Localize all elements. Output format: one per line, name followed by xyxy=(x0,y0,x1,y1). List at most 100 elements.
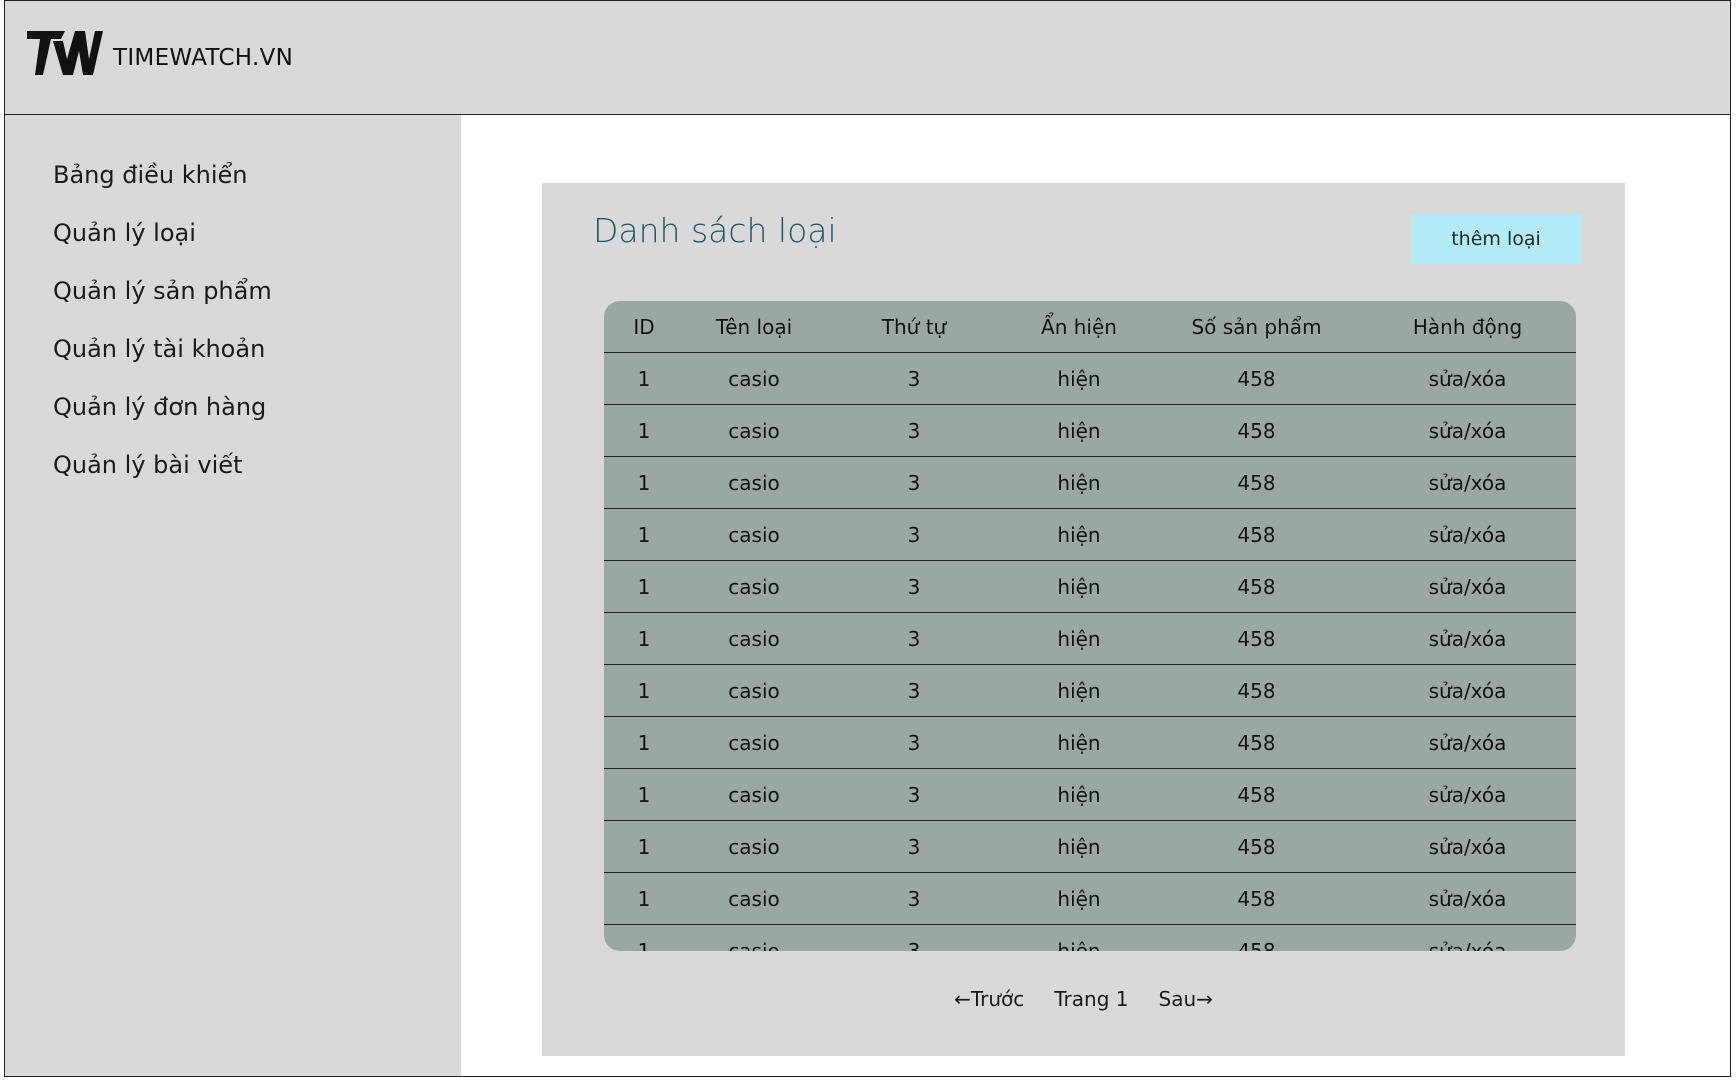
cell-order: 3 xyxy=(824,612,1004,665)
cell-name: casio xyxy=(684,716,824,769)
sidebar-item-orders[interactable]: Quản lý đơn hàng xyxy=(53,393,266,421)
cell-id: 1 xyxy=(604,456,684,509)
pagination-prev-link[interactable]: ←Trước xyxy=(954,987,1024,1011)
cell-name: casio xyxy=(684,404,824,457)
sidebar-item-posts[interactable]: Quản lý bài viết xyxy=(53,451,242,479)
cell-product-count: 458 xyxy=(1154,612,1359,665)
table-row: 1 casio 3 hiện 458 sửa/xóa xyxy=(604,768,1576,821)
cell-visibility: hiện xyxy=(1057,938,1101,952)
cell-product-count: 458 xyxy=(1154,508,1359,561)
cell-id: 1 xyxy=(604,352,684,405)
column-header-visibility: Ẩn hiện xyxy=(1004,301,1154,353)
cell-visibility: hiện xyxy=(1004,716,1154,769)
cell-name: casio xyxy=(684,612,824,665)
cell-name: casio xyxy=(684,456,824,509)
table-row: 1 casio 3 hiện 458 sửa/xóa xyxy=(604,925,1576,952)
cell-order: 3 xyxy=(824,456,1004,509)
cell-visibility: hiện xyxy=(1004,560,1154,613)
cell-order: 3 xyxy=(824,872,1004,925)
cell-actions[interactable]: sửa/xóa xyxy=(1359,925,1576,952)
cell-name: casio xyxy=(684,508,824,561)
cell-name: casio xyxy=(684,352,824,405)
cell-id: 1 xyxy=(604,612,684,665)
cell-order: 3 xyxy=(824,508,1004,561)
sidebar-item-dashboard[interactable]: Bảng điều khiển xyxy=(53,161,248,189)
cell-actions[interactable]: sửa/xóa xyxy=(1359,456,1576,509)
cell-actions[interactable]: sửa/xóa xyxy=(1359,820,1576,873)
cell-visibility: hiện xyxy=(1004,872,1154,925)
column-header-name: Tên loại xyxy=(684,301,824,353)
table-row: 1 casio 3 hiện 458 sửa/xóa xyxy=(604,612,1576,665)
cell-id: 1 xyxy=(604,820,684,873)
cell-product-count: 458 xyxy=(1154,456,1359,509)
cell-id: 1 xyxy=(604,716,684,769)
table-row: 1 casio 3 hiện 458 sửa/xóa xyxy=(604,560,1576,613)
cell-order: 3 xyxy=(824,352,1004,405)
cell-actions[interactable]: sửa/xóa xyxy=(1359,404,1576,457)
column-header-order: Thứ tự xyxy=(824,301,1004,353)
cell-visibility: hiện xyxy=(1004,456,1154,509)
sidebar: Bảng điều khiển Quản lý loại Quản lý sản… xyxy=(5,115,461,1076)
cell-name: casio xyxy=(684,820,824,873)
cell-actions[interactable]: sửa/xóa xyxy=(1359,612,1576,665)
sidebar-item-accounts[interactable]: Quản lý tài khoản xyxy=(53,335,265,363)
table-header-row: ID Tên loại Thứ tự Ẩn hiện Số sản phẩm H… xyxy=(604,301,1576,353)
table-row: 1 casio 3 hiện 458 sửa/xóa xyxy=(604,352,1576,405)
pagination: ←Trước Trang 1 Sau→ xyxy=(542,987,1625,1011)
column-header-actions: Hành động xyxy=(1359,301,1576,353)
app-window: TIMEWATCH.VN Bảng điều khiển Quản lý loạ… xyxy=(4,0,1731,1077)
table-row: 1 casio 3 hiện 458 sửa/xóa xyxy=(604,872,1576,925)
cell-order: 3 xyxy=(824,820,1004,873)
cell-name: casio xyxy=(684,768,824,821)
cell-product-count: 458 xyxy=(1154,664,1359,717)
cell-order: 3 xyxy=(907,938,921,952)
cell-product-count: 458 xyxy=(1154,872,1359,925)
cell-product-count: 458 xyxy=(1154,404,1359,457)
cell-id: 1 xyxy=(604,508,684,561)
cell-visibility: hiện xyxy=(1004,612,1154,665)
cell-order: 3 xyxy=(824,404,1004,457)
cell-id: 1 xyxy=(604,768,684,821)
cell-visibility: hiện xyxy=(1004,404,1154,457)
cell-visibility: hiện xyxy=(1004,508,1154,561)
cell-name: casio xyxy=(684,872,824,925)
cell-product-count: 458 xyxy=(1154,820,1359,873)
cell-order: 3 xyxy=(824,664,1004,717)
cell-actions[interactable]: sửa/xóa xyxy=(1359,560,1576,613)
cell-actions[interactable]: sửa/xóa xyxy=(1359,872,1576,925)
sidebar-item-categories[interactable]: Quản lý loại xyxy=(53,219,196,247)
top-header: TIMEWATCH.VN xyxy=(5,1,1730,115)
cell-visibility: hiện xyxy=(1004,664,1154,717)
cell-actions[interactable]: sửa/xóa xyxy=(1359,664,1576,717)
table-row: 1 casio 3 hiện 458 sửa/xóa xyxy=(604,404,1576,457)
cell-id: 1 xyxy=(604,664,684,717)
cell-product-count: 458 xyxy=(1154,352,1359,405)
brand-name[interactable]: TIMEWATCH.VN xyxy=(113,45,293,71)
table-row: 1 casio 3 hiện 458 sửa/xóa xyxy=(604,664,1576,717)
tw-logo-icon[interactable] xyxy=(27,29,103,77)
cell-visibility: hiện xyxy=(1004,768,1154,821)
cell-id: 1 xyxy=(604,872,684,925)
sidebar-item-products[interactable]: Quản lý sản phẩm xyxy=(53,277,272,305)
cell-product-count: 458 xyxy=(1237,938,1276,952)
cell-product-count: 458 xyxy=(1154,768,1359,821)
table-row: 1 casio 3 hiện 458 sửa/xóa xyxy=(604,820,1576,873)
table-row: 1 casio 3 hiện 458 sửa/xóa xyxy=(604,456,1576,509)
page-title: Danh sách loại xyxy=(593,211,837,250)
table-row: 1 casio 3 hiện 458 sửa/xóa xyxy=(604,716,1576,769)
cell-order: 3 xyxy=(824,716,1004,769)
cell-id: 1 xyxy=(604,560,684,613)
cell-product-count: 458 xyxy=(1154,716,1359,769)
cell-actions[interactable]: sửa/xóa xyxy=(1359,508,1576,561)
pagination-next-link[interactable]: Sau→ xyxy=(1159,987,1213,1011)
cell-name: casio xyxy=(684,560,824,613)
column-header-id: ID xyxy=(604,301,684,353)
cell-id: 1 xyxy=(637,938,651,952)
column-header-product-count: Số sản phẩm xyxy=(1154,301,1359,353)
add-category-button[interactable]: thêm loại xyxy=(1411,214,1581,264)
cell-visibility: hiện xyxy=(1004,820,1154,873)
cell-product-count: 458 xyxy=(1154,560,1359,613)
cell-actions[interactable]: sửa/xóa xyxy=(1359,768,1576,821)
cell-actions[interactable]: sửa/xóa xyxy=(1359,716,1576,769)
cell-actions[interactable]: sửa/xóa xyxy=(1359,352,1576,405)
